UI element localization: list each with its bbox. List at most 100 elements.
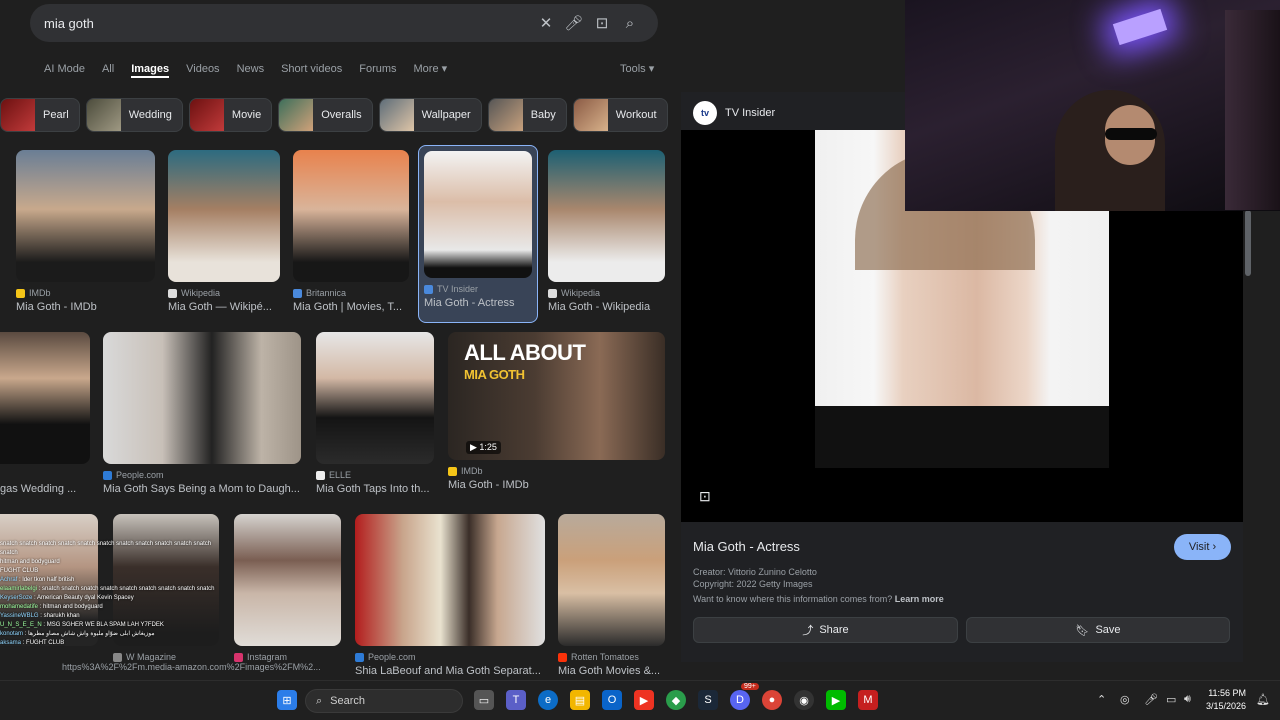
people-icon	[355, 652, 364, 662]
search-bar[interactable]: ✕ 🎤︎ ⊡ ⌕	[30, 4, 658, 42]
microphone-icon[interactable]: 🎤︎	[1144, 693, 1158, 706]
tab-news[interactable]: News	[237, 60, 265, 78]
video-result[interactable]: ALL ABOUT MIA GOTH ▶ 1:25 IMDb Mia Goth -…	[448, 332, 665, 491]
chat-message: Achraf : lder tkon half british	[0, 577, 75, 583]
result-title: Mia Goth Taps Into th...	[316, 483, 430, 495]
chevron-up-icon[interactable]: ⌃	[1097, 693, 1106, 706]
image-result[interactable]: Rotten Tomatoes Mia Goth Movies &...	[558, 514, 665, 677]
chat-text: hitman and bodyguard	[0, 559, 60, 565]
chip-movie[interactable]: Movie	[188, 98, 273, 132]
chrome-icon[interactable]: ●	[762, 690, 782, 710]
panel-title[interactable]: Mia Goth - Actress	[693, 539, 800, 554]
result-source-label: Wikipedia	[561, 288, 601, 298]
result-source	[0, 470, 90, 480]
network-icon[interactable]: ◎	[1120, 693, 1130, 706]
tab-videos[interactable]: Videos	[186, 60, 219, 78]
chat-user: elaamirlabelgi	[0, 586, 38, 592]
chip-workout[interactable]: Workout	[572, 98, 668, 132]
media-player-icon[interactable]: ▶	[826, 690, 846, 710]
search-icon: ⌕	[316, 694, 323, 707]
chat-user: mohamedatife	[0, 604, 39, 610]
result-source-label: ELLE	[329, 470, 352, 480]
chat-text: hitman and bodyguard	[43, 604, 103, 610]
visit-button[interactable]: Visit ›	[1174, 534, 1231, 560]
tab-ai-mode[interactable]: AI Mode	[44, 60, 85, 78]
image-result[interactable]: gas Wedding ...	[0, 332, 90, 495]
stream-chat: snatch snatch snatch snatch snatch snatc…	[0, 540, 230, 648]
result-title: Mia Goth — Wikipé...	[168, 301, 272, 313]
video-overlay-line2: MIA GOTH	[464, 367, 525, 382]
scrollbar[interactable]	[1245, 210, 1251, 276]
share-button[interactable]: ⤴ Share	[693, 617, 958, 643]
task-view-icon[interactable]: ▭	[474, 690, 494, 710]
chat-text: lder tkon half british	[22, 577, 75, 583]
windows-start-icon[interactable]: ⊞	[277, 690, 297, 710]
outlook-icon[interactable]: O	[602, 690, 622, 710]
chip-wallpaper[interactable]: Wallpaper	[378, 98, 482, 132]
search-icon[interactable]: ⌕	[616, 9, 644, 37]
image-result[interactable]: People.com Shia LaBeouf and Mia Goth Sep…	[355, 514, 545, 677]
notification-icon[interactable]: 🔔︎	[1256, 693, 1270, 706]
shield-icon[interactable]: M	[858, 690, 878, 710]
chip-thumbnail	[488, 99, 523, 131]
webcam-overlay	[905, 0, 1280, 211]
image-result[interactable]: Instagram	[234, 514, 341, 662]
status-url: https%3A%2F%2Fm.media-amazon.com%2Fimage…	[62, 662, 321, 672]
clock[interactable]: 11:56 PM 3/15/2026	[1206, 687, 1246, 713]
tools-button[interactable]: Tools ▾	[620, 60, 654, 78]
tab-images[interactable]: Images	[131, 60, 170, 78]
panel-actions: ⤴ Share 🔖︎ Save	[693, 617, 1230, 643]
file-explorer-icon[interactable]: ▤	[570, 690, 590, 710]
image-result-selected[interactable]: TV Insider Mia Goth - Actress	[418, 145, 538, 323]
learn-more-link[interactable]: Learn more	[895, 594, 944, 604]
discord-icon[interactable]: D	[730, 690, 750, 710]
youtube-icon[interactable]: ▶	[634, 690, 654, 710]
elle-icon	[316, 470, 325, 480]
image-result[interactable]: Britannica Mia Goth | Movies, T...	[293, 150, 409, 313]
chat-text: sharukh khan	[43, 613, 80, 619]
image-result[interactable]: Wikipedia Mia Goth - Wikipedia	[548, 150, 665, 313]
tv-insider-icon	[424, 284, 433, 294]
image-result[interactable]: IMDb Mia Goth - IMDb	[16, 150, 155, 313]
result-thumbnail	[0, 332, 90, 464]
chat-message: FUGHT CLUB	[0, 567, 230, 576]
result-thumbnail	[16, 150, 155, 282]
game-icon[interactable]: ◆	[666, 690, 686, 710]
volume-icon[interactable]: 🔊︎	[1184, 693, 1191, 706]
tab-all[interactable]: All	[102, 60, 114, 78]
teams-icon[interactable]: T	[506, 690, 526, 710]
result-source-label: IMDb	[29, 288, 51, 298]
taskbar-search[interactable]: ⌕ Search	[305, 689, 463, 713]
image-result[interactable]: Wikipedia Mia Goth — Wikipé...	[168, 150, 280, 313]
lens-icon[interactable]: ⊡	[699, 488, 711, 505]
clear-icon[interactable]: ✕	[532, 9, 560, 37]
webcam-curtain	[1225, 10, 1280, 210]
display-icon[interactable]: ▭	[1166, 693, 1176, 706]
chip-baby[interactable]: Baby	[487, 98, 567, 132]
tab-forums[interactable]: Forums	[359, 60, 396, 78]
chat-message: konotam : موزيغاش ابلى ضوّاو مليوة واش ش…	[0, 631, 155, 637]
tab-short-videos[interactable]: Short videos	[281, 60, 342, 78]
lens-icon[interactable]: ⊡	[588, 9, 616, 37]
result-thumbnail	[316, 332, 434, 464]
search-input[interactable]	[44, 15, 532, 31]
chip-overalls[interactable]: Overalls	[278, 98, 373, 132]
chip-wedding[interactable]: Wedding	[85, 98, 183, 132]
edge-icon[interactable]: e	[538, 690, 558, 710]
chip-label: Overalls	[321, 109, 362, 121]
obs-icon[interactable]: ◉	[794, 690, 814, 710]
image-result[interactable]: ELLE Mia Goth Taps Into th...	[316, 332, 434, 495]
tab-more[interactable]: More ▾	[414, 60, 448, 78]
result-source-label: Britannica	[306, 288, 347, 298]
save-button[interactable]: 🔖︎ Save	[966, 617, 1230, 643]
steam-icon[interactable]: S	[698, 690, 718, 710]
microphone-icon[interactable]: 🎤︎	[560, 9, 588, 37]
chat-text: FUGHT CLUB	[26, 640, 65, 646]
chip-pearl[interactable]: Pearl	[0, 98, 80, 132]
image-result[interactable]: People.com Mia Goth Says Being a Mom to …	[103, 332, 301, 495]
chip-thumbnail	[1, 99, 35, 131]
clock-date: 3/15/2026	[1206, 701, 1247, 711]
chip-label: Wallpaper	[421, 109, 471, 121]
video-overlay-title: ALL ABOUT MIA GOTH	[464, 342, 586, 386]
panel-source[interactable]: tv TV Insider	[693, 101, 775, 125]
